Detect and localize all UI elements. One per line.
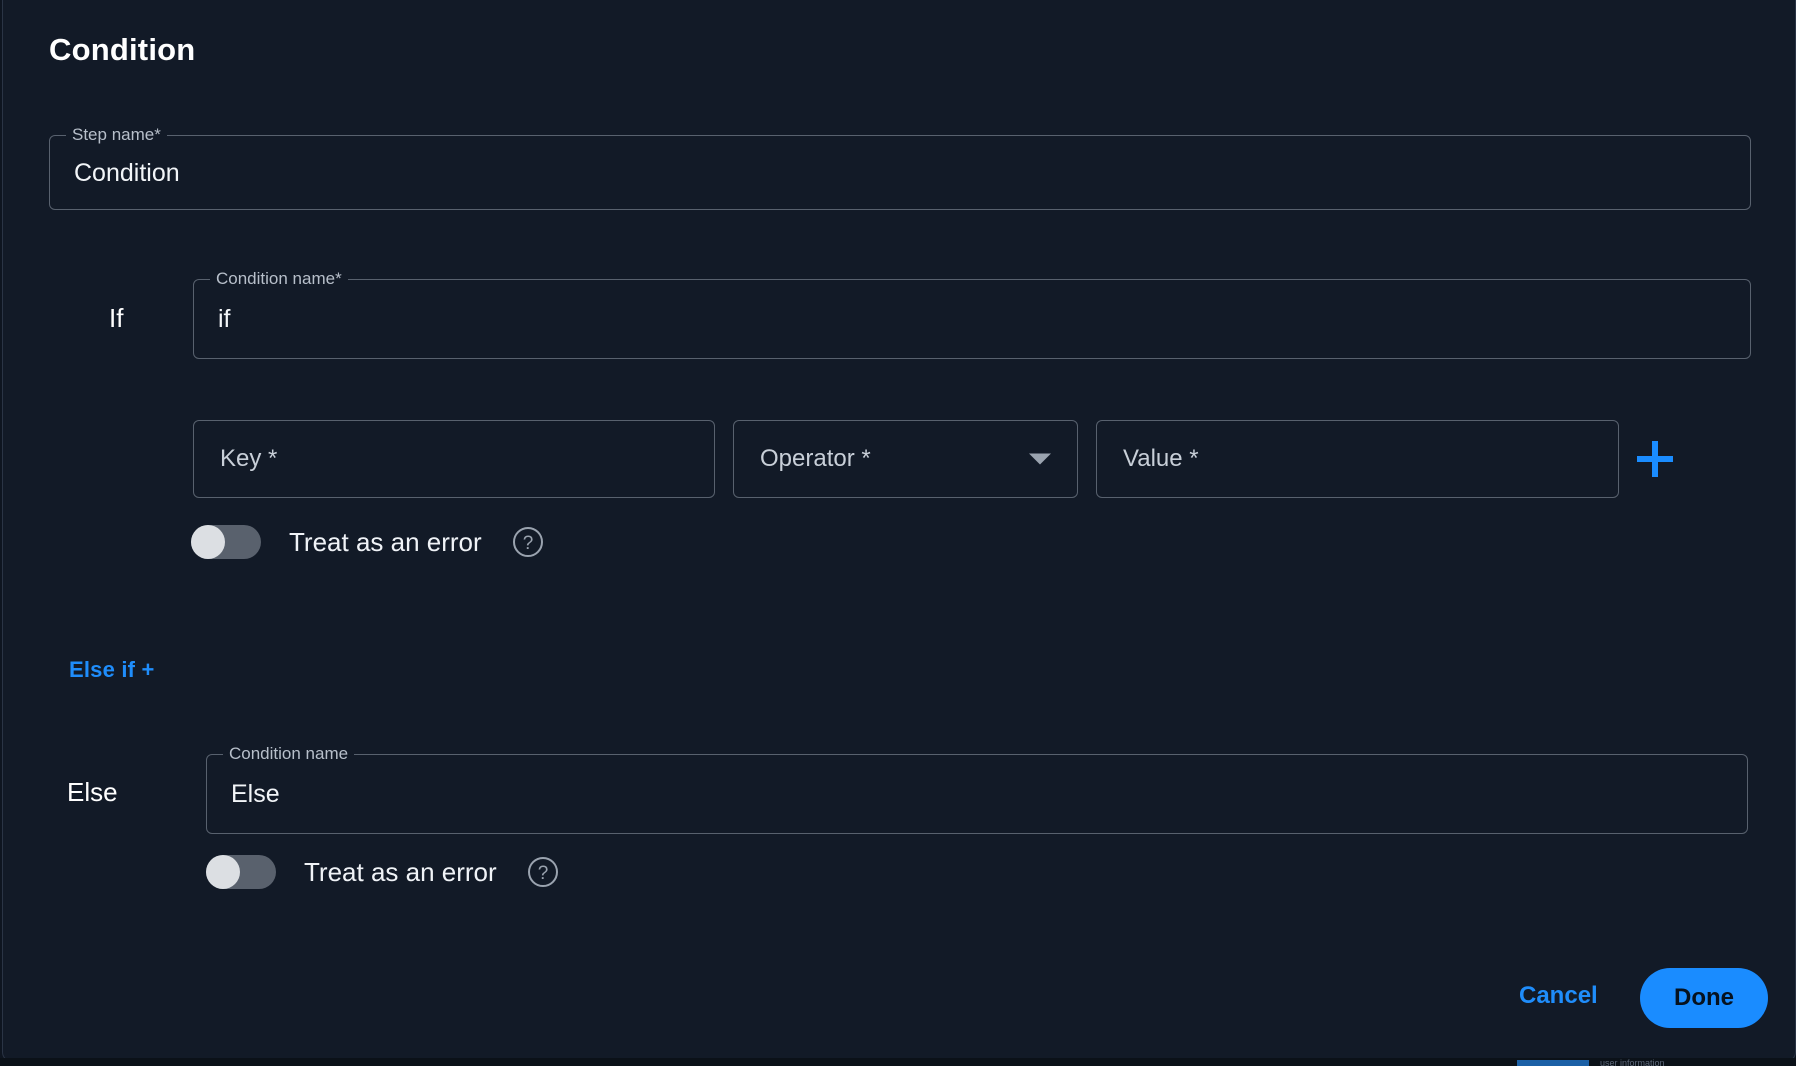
cancel-button[interactable]: Cancel (1519, 982, 1598, 1010)
background-content-strip: user information (0, 1058, 1796, 1066)
required-marker: * (154, 125, 161, 144)
else-treat-as-error-label: Treat as an error (304, 857, 497, 888)
value-input[interactable]: Value * (1096, 420, 1619, 498)
else-condition-name-label: Condition name (223, 744, 354, 764)
page-title: Condition (49, 32, 195, 68)
background-ghost-text: user information (1600, 1058, 1665, 1066)
required-marker: * (335, 269, 342, 288)
if-treat-as-error-row: Treat as an error ? (191, 525, 544, 559)
else-if-add-link[interactable]: Else if + (69, 657, 155, 683)
toggle-knob (206, 855, 240, 889)
if-row-label: If (109, 303, 123, 334)
svg-text:?: ? (522, 533, 533, 554)
step-name-label: Step name* (66, 125, 167, 145)
if-condition-name-label: Condition name* (210, 269, 348, 289)
plus-icon[interactable] (1631, 435, 1679, 483)
key-placeholder: Key * (220, 445, 277, 473)
else-condition-name-field[interactable]: Condition name Else (206, 754, 1748, 834)
operator-placeholder: Operator * (760, 445, 871, 473)
done-button[interactable]: Done (1640, 968, 1768, 1028)
else-treat-as-error-row: Treat as an error ? (206, 855, 559, 889)
if-condition-name-value: if (218, 304, 231, 334)
condition-dialog: Condition Step name* Condition If Condit… (2, 0, 1796, 1062)
question-mark-circle-icon[interactable]: ? (512, 526, 544, 558)
if-condition-name-field[interactable]: Condition name* if (193, 279, 1751, 359)
else-row-label: Else (67, 777, 118, 808)
step-name-value: Condition (74, 158, 180, 188)
if-treat-as-error-toggle[interactable] (191, 525, 261, 559)
else-treat-as-error-toggle[interactable] (206, 855, 276, 889)
operator-select[interactable]: Operator * (733, 420, 1078, 498)
key-input[interactable]: Key * (193, 420, 715, 498)
value-placeholder: Value * (1123, 445, 1199, 473)
chevron-down-icon (1029, 454, 1051, 465)
if-treat-as-error-label: Treat as an error (289, 527, 482, 558)
question-mark-circle-icon[interactable]: ? (527, 856, 559, 888)
svg-text:?: ? (537, 863, 548, 884)
toggle-knob (191, 525, 225, 559)
step-name-field[interactable]: Step name* Condition (49, 135, 1751, 210)
else-condition-name-value: Else (231, 779, 280, 809)
background-chip (1517, 1060, 1589, 1066)
